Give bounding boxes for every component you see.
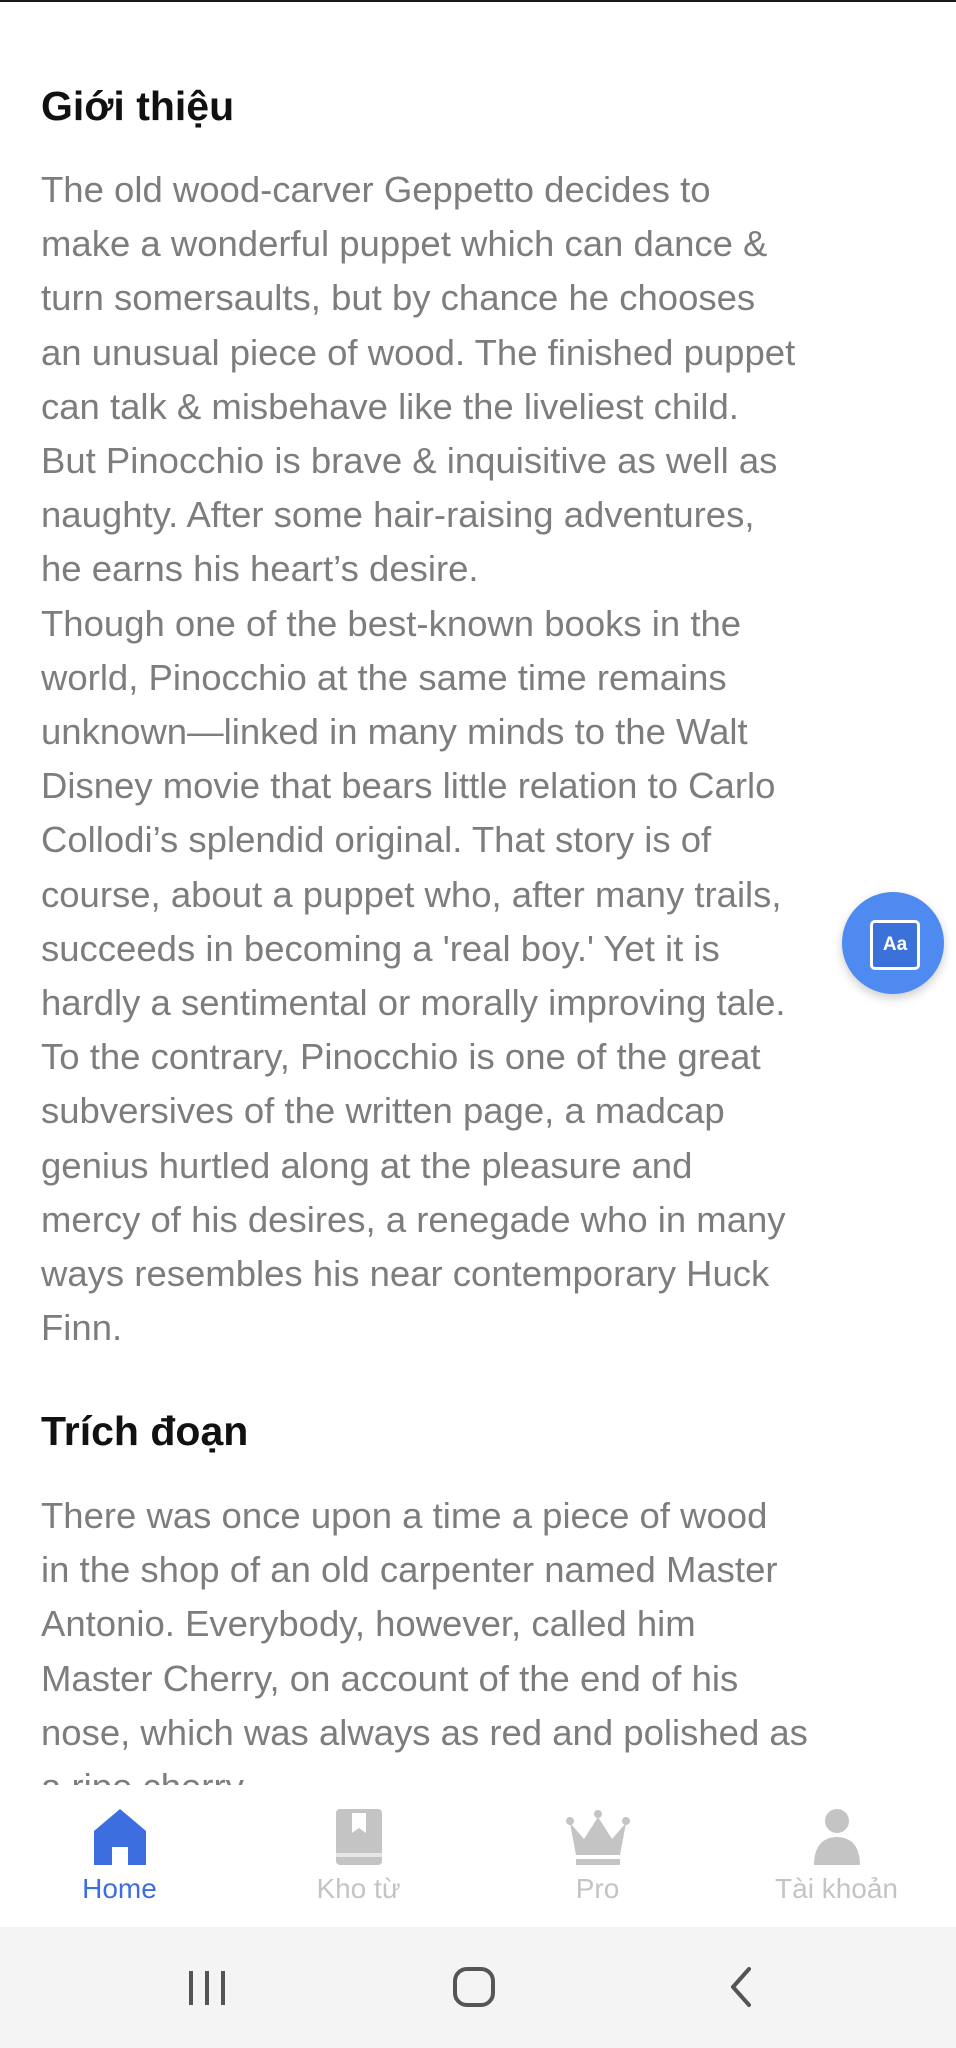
intro-line: Disney movie that bears little relation … <box>41 765 776 807</box>
intro-line: genius hurtled along at the pleasure and <box>41 1144 693 1186</box>
intro-line: world, Pinocchio at the same time remain… <box>41 656 727 698</box>
intro-line: succeeds in becoming a 'real boy.' Yet i… <box>41 927 720 969</box>
intro-line: he earns his heart’s desire. <box>41 548 479 590</box>
intro-line: course, about a puppet who, after many t… <box>41 873 782 915</box>
intro-line: make a wonderful puppet which can dance … <box>41 223 768 265</box>
excerpt-line: a ripe cherry. <box>41 1760 941 1785</box>
home-icon <box>93 1809 146 1865</box>
excerpt-line: There was once upon a time a piece of wo… <box>41 1495 768 1536</box>
intro-line: Though one of the best-known books in th… <box>41 602 742 644</box>
excerpt-title: Trích đoạn <box>41 1408 249 1454</box>
back-icon[interactable] <box>703 1957 783 2017</box>
intro-line: turn somersaults, but by chance he choos… <box>41 277 756 319</box>
font-size-icon: Aa <box>870 920 920 970</box>
book-detail-content[interactable]: Giới thiệu The old wood-carver Geppetto … <box>0 0 956 1785</box>
user-icon <box>813 1809 860 1865</box>
excerpt-text: There was once upon a time a piece of wo… <box>41 1489 941 1785</box>
intro-line: Finn. <box>41 1307 123 1349</box>
excerpt-line: in the shop of an old carpenter named Ma… <box>41 1549 778 1591</box>
text-settings-button[interactable]: Aa <box>842 892 944 994</box>
intro-line: But Pinocchio is brave & inquisitive as … <box>41 440 778 482</box>
intro-text: The old wood-carver Geppetto decides to … <box>41 163 941 1355</box>
intro-line: unknown—linked in many minds to the Walt <box>41 711 748 753</box>
intro-line: Collodi’s splendid original. That story … <box>41 819 712 861</box>
intro-line: can talk & misbehave like the liveliest … <box>41 385 739 427</box>
excerpt-line: Master Cherry, on account of the end of … <box>41 1657 739 1699</box>
home-button-icon[interactable] <box>435 1957 515 2017</box>
excerpt-line: nose, which was always as red and polish… <box>41 1711 808 1753</box>
system-navigation-bar <box>0 1927 956 2048</box>
tab-tai-khoan-label: Tài khoản <box>775 1873 898 1904</box>
intro-line: mercy of his desires, a renegade who in … <box>41 1198 786 1240</box>
intro-line: an unusual piece of wood. The finished p… <box>41 331 796 373</box>
tab-pro-label: Pro <box>575 1873 620 1904</box>
tab-kho-tu-label: Kho từ <box>316 1873 401 1904</box>
intro-line: subversives of the written page, a madca… <box>41 1090 725 1132</box>
bottom-tab-bar: Home Kho từ Pro Tài khoản <box>0 1785 956 1927</box>
intro-line: The old wood-carver Geppetto decides to <box>41 169 711 210</box>
tab-tai-khoan[interactable]: Tài khoản <box>717 1785 956 1927</box>
excerpt-line: Antonio. Everybody, however, called him <box>41 1603 696 1645</box>
intro-line: ways resembles his near contemporary Huc… <box>41 1253 770 1295</box>
tab-home[interactable]: Home <box>0 1785 239 1927</box>
app-screen: Giới thiệu The old wood-carver Geppetto … <box>0 0 956 2048</box>
intro-line: hardly a sentimental or morally improvin… <box>41 982 786 1024</box>
recent-apps-icon[interactable] <box>167 1957 247 2017</box>
intro-line: naughty. After some hair-raising adventu… <box>41 494 755 536</box>
tab-home-label: Home <box>82 1873 157 1904</box>
tab-kho-tu[interactable]: Kho từ <box>239 1785 478 1927</box>
intro-line: To the contrary, Pinocchio is one of the… <box>41 1036 761 1078</box>
tab-pro[interactable]: Pro <box>478 1785 717 1927</box>
crown-icon <box>565 1810 630 1865</box>
book-icon <box>335 1809 382 1865</box>
intro-title: Giới thiệu <box>41 83 235 129</box>
